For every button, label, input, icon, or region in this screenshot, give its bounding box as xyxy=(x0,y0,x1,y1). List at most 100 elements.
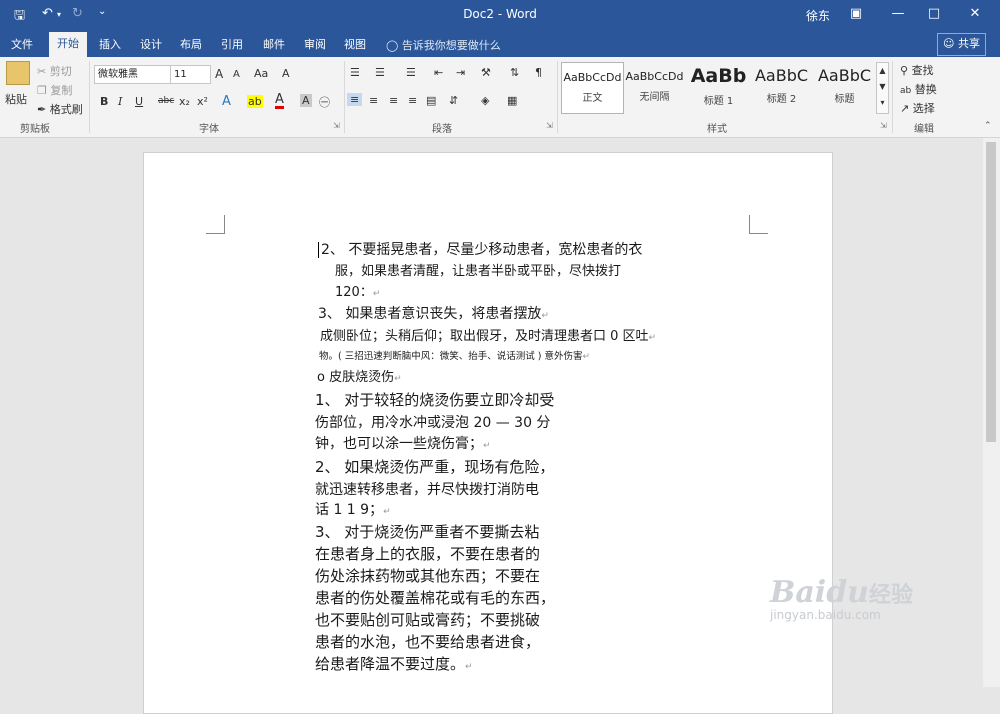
increase-indent-icon[interactable]: ⇥ xyxy=(456,66,465,79)
ribbon-tabs: 文件 开始 插入 设计 布局 引用 邮件 审阅 视图 ◯ 告诉我你想要做什么 ☺… xyxy=(0,30,1000,57)
tab-insert[interactable]: 插入 xyxy=(99,36,121,52)
font-name-dropdown[interactable]: 微软雅黑 xyxy=(94,65,171,84)
person-icon: ☺ xyxy=(943,37,955,50)
styles-group-label: 样式 xyxy=(707,124,727,135)
styles-scroll[interactable]: ▲ ▼ ▾ xyxy=(876,62,889,114)
format-painter-button[interactable]: ✒ 格式刷 xyxy=(37,101,83,117)
multilevel-list-icon[interactable]: ☰ xyxy=(406,66,416,79)
scrollbar-thumb[interactable] xyxy=(986,142,996,442)
show-marks-icon[interactable]: ¶ xyxy=(535,66,542,79)
tab-references[interactable]: 引用 xyxy=(221,36,243,52)
doc-line: 就迅速转移患者，并尽快拨打消防电 xyxy=(315,482,539,498)
paste-button[interactable]: 粘贴 xyxy=(5,91,27,107)
bold-button[interactable]: B xyxy=(100,95,108,108)
styles-dialog-launcher-icon[interactable]: ⇲ xyxy=(880,121,887,130)
separator xyxy=(892,61,893,133)
share-button[interactable]: ☺ 共享 xyxy=(937,33,986,56)
redo-icon[interactable]: ↻ xyxy=(72,6,83,21)
collapse-ribbon-icon[interactable]: ⌃ xyxy=(984,121,992,131)
undo-dropdown-icon[interactable]: ▾ xyxy=(57,10,61,19)
line-spacing-icon[interactable]: ⇵ xyxy=(449,94,458,107)
baidu-watermark: Baidu经验 jingyan.baidu.com xyxy=(770,575,913,622)
tab-home[interactable]: 开始 xyxy=(49,32,87,57)
replace-button[interactable]: ab 替换 xyxy=(900,81,937,97)
highlight-button[interactable]: ab xyxy=(247,95,263,108)
style-title[interactable]: AaBbC 标题 xyxy=(814,62,875,112)
doc-line: 伤部位，用冷水冲或浸泡 20 — 30 分 xyxy=(315,415,551,431)
align-right-icon[interactable]: ≡ xyxy=(389,94,398,107)
vertical-scrollbar[interactable] xyxy=(983,138,1000,687)
decrease-indent-icon[interactable]: ⇤ xyxy=(434,66,443,79)
italic-button[interactable]: I xyxy=(118,95,122,108)
tab-mailings[interactable]: 邮件 xyxy=(263,36,285,52)
underline-button[interactable]: U xyxy=(135,95,143,108)
minimize-button[interactable]: — xyxy=(880,0,916,30)
copy-icon: ❐ xyxy=(37,84,47,97)
doc-line: 伤处涂抹药物或其他东西；不要在 xyxy=(315,567,541,585)
paragraph-group-label: 段落 xyxy=(432,124,452,135)
paragraph-dialog-launcher-icon[interactable]: ⇲ xyxy=(546,121,553,130)
char-shading-button[interactable]: A xyxy=(300,94,312,107)
font-color-button[interactable]: A xyxy=(275,93,284,109)
distribute-icon[interactable]: ▤ xyxy=(426,94,436,107)
ribbon-display-options-icon[interactable]: ▣ xyxy=(838,0,874,30)
replace-icon: ab xyxy=(900,86,912,96)
shrink-font-button[interactable]: A xyxy=(233,69,240,80)
tab-layout[interactable]: 布局 xyxy=(180,36,202,52)
borders-icon[interactable]: ▦ xyxy=(507,94,517,107)
align-center-icon[interactable]: ≡ xyxy=(369,94,378,107)
maximize-button[interactable]: □ xyxy=(916,0,952,30)
margin-corner-mark xyxy=(206,215,225,234)
paragraph-mark-icon: ↵ xyxy=(394,374,402,384)
chinese-layout-icon[interactable]: ⚒ xyxy=(481,66,491,79)
style-normal[interactable]: AaBbCcDd 正文 xyxy=(561,62,624,114)
clear-format-button[interactable]: A xyxy=(282,67,290,80)
paste-icon[interactable] xyxy=(6,61,30,85)
tell-me-search[interactable]: ◯ 告诉我你想要做什么 xyxy=(386,37,501,53)
document-page[interactable]: 2、 不要摇晃患者，尽量少移动患者，宽松患者的衣 服，如果患者清醒，让患者半卧或… xyxy=(143,152,833,714)
style-no-spacing[interactable]: AaBbCcDd 无间隔 xyxy=(624,62,685,112)
doc-line: 服，如果患者清醒，让患者半卧或平卧，尽快拨打 xyxy=(335,264,622,279)
bullets-icon[interactable]: ☰ xyxy=(350,66,360,79)
tab-view[interactable]: 视图 xyxy=(344,36,366,52)
tab-file[interactable]: 文件 xyxy=(11,36,33,52)
numbering-icon[interactable]: ☰ xyxy=(375,66,385,79)
superscript-button[interactable]: x² xyxy=(197,95,208,108)
shading-icon[interactable]: ◈ xyxy=(481,94,489,107)
doc-line: 120：↵ xyxy=(335,285,381,300)
style-sample: AaBbCcDd xyxy=(563,71,622,84)
text-effects-button[interactable]: A xyxy=(222,94,231,109)
font-size-dropdown[interactable]: 11 xyxy=(170,65,211,84)
cut-button[interactable]: ✂ 剪切 xyxy=(37,63,72,79)
tab-review[interactable]: 审阅 xyxy=(304,36,326,52)
save-icon[interactable]: 🖫 xyxy=(14,6,25,28)
strikethrough-button[interactable]: abc xyxy=(158,96,174,106)
doc-line: 1、 对于较轻的烧烫伤要立即冷却受 xyxy=(315,391,555,409)
paragraph-mark-icon: ↵ xyxy=(483,441,491,451)
enclose-char-button[interactable]: ㊀ xyxy=(319,94,330,110)
justify-icon[interactable]: ≡ xyxy=(408,94,417,107)
user-name[interactable]: 徐东 xyxy=(806,7,830,24)
style-heading-2[interactable]: AaBbC 标题 2 xyxy=(751,62,812,112)
change-case-button[interactable]: Aa xyxy=(254,67,268,80)
paragraph-mark-icon: ↵ xyxy=(465,662,473,672)
sort-icon[interactable]: ⇅ xyxy=(510,66,519,79)
tab-design[interactable]: 设计 xyxy=(140,36,162,52)
undo-icon[interactable]: ↶ xyxy=(42,6,53,21)
customize-toolbar-icon[interactable]: ⌄ xyxy=(98,6,106,17)
style-name: 标题 2 xyxy=(766,94,797,105)
select-button[interactable]: ↗ 选择 xyxy=(900,100,935,116)
style-sample: AaBbC xyxy=(817,66,872,85)
subscript-button[interactable]: x₂ xyxy=(179,95,190,108)
copy-button[interactable]: ❐ 复制 xyxy=(37,82,72,98)
find-button[interactable]: ⚲ 查找 xyxy=(900,62,934,78)
grow-font-button[interactable]: A xyxy=(215,67,223,81)
font-dialog-launcher-icon[interactable]: ⇲ xyxy=(333,121,340,130)
close-button[interactable]: ✕ xyxy=(957,0,993,30)
style-heading-1[interactable]: AaBb 标题 1 xyxy=(688,62,749,112)
cursor-icon: ↗ xyxy=(900,102,910,115)
title-bar: 🖫 ↶ ▾ ↻ ⌄ Doc2 - Word 徐东 ▣ — □ ✕ xyxy=(0,0,1000,30)
align-left-icon[interactable]: ≡ xyxy=(347,93,363,106)
paragraph-mark-icon: ↵ xyxy=(541,311,549,321)
separator xyxy=(557,61,558,133)
